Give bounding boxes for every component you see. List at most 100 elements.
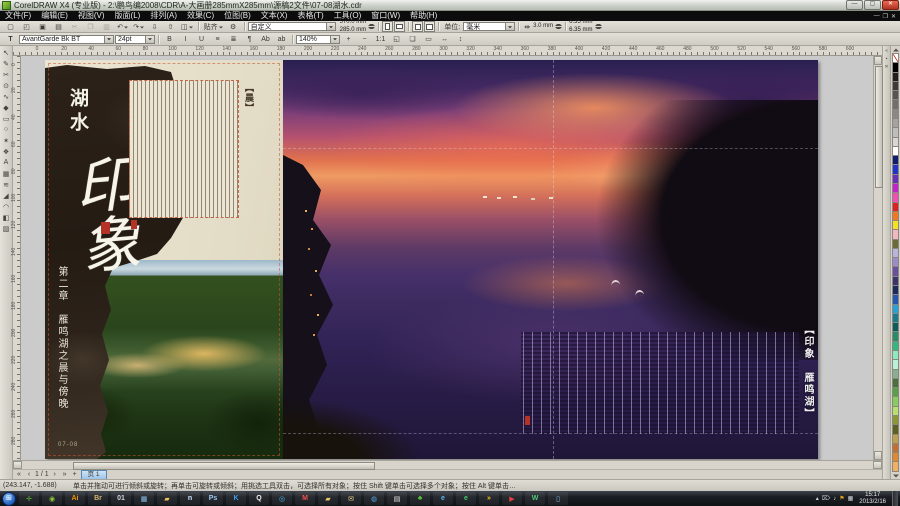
color-swatch[interactable] [892, 295, 899, 304]
color-swatch[interactable] [892, 462, 899, 471]
network-icon[interactable]: ▦ [848, 495, 854, 502]
scroll-right-button[interactable] [873, 461, 882, 469]
next-page-button[interactable]: › [51, 471, 59, 478]
redo-button[interactable]: ↷ [131, 21, 146, 33]
color-swatch[interactable] [892, 286, 899, 295]
color-swatch[interactable] [892, 119, 899, 128]
rectangle-tool[interactable]: ▭ [1, 113, 12, 124]
color-swatch[interactable] [892, 63, 899, 72]
new-button[interactable]: ▢ [3, 21, 18, 33]
scroll-up-button[interactable] [874, 56, 882, 65]
globe-icon[interactable]: ◍ [364, 492, 384, 505]
color-swatch[interactable] [892, 147, 899, 156]
first-page-button[interactable]: « [15, 471, 23, 478]
eyedropper-tool[interactable]: ◢ [1, 190, 12, 201]
zoom-level-combo[interactable]: 140% [296, 35, 340, 44]
maximize-button[interactable]: ▢ [864, 0, 881, 10]
paper-type-combo[interactable]: 自定义 [248, 22, 336, 31]
title-bar[interactable]: CorelDRAW X4 (专业版) - 2:\鹏鸟编2008\CDR\A-大画… [0, 0, 900, 11]
combo-arrow-icon[interactable] [505, 23, 514, 30]
portrait-button[interactable] [382, 21, 393, 32]
color-swatch[interactable] [892, 258, 899, 267]
color-swatch[interactable] [892, 73, 899, 82]
color-swatch[interactable] [892, 397, 899, 406]
360-browser-icon[interactable]: e [456, 492, 476, 505]
color-swatch[interactable] [892, 323, 899, 332]
paper-width-field[interactable]: 570.0 mm [340, 19, 367, 26]
snap-to-button[interactable]: 贴齐 [202, 21, 225, 33]
scroll-left-button[interactable] [13, 461, 22, 469]
freehand-tool[interactable]: ∿ [1, 91, 12, 102]
pick-tool[interactable]: ↖ [1, 47, 12, 58]
interactive-fill-tool[interactable]: ▨ [1, 223, 12, 234]
menu-窗口[interactable]: 窗口(W) [366, 11, 405, 21]
show-desktop-button[interactable] [892, 491, 898, 506]
color-swatch[interactable] [892, 100, 899, 109]
color-swatch[interactable] [892, 184, 899, 193]
underline-button[interactable]: U [194, 33, 209, 45]
outline-tool[interactable]: ◠ [1, 201, 12, 212]
polygon-tool[interactable]: ✶ [1, 135, 12, 146]
photoshop-icon[interactable]: Ps [203, 492, 223, 505]
color-swatch[interactable] [892, 138, 899, 147]
color-swatch[interactable] [892, 230, 899, 239]
smart-fill-tool[interactable]: ◆ [1, 102, 12, 113]
no-color-swatch[interactable] [892, 53, 899, 63]
doc-restore-button[interactable]: ❐ [883, 13, 888, 20]
parrot-icon[interactable]: ♣ [410, 492, 430, 505]
ellipse-tool[interactable]: ○ [1, 124, 12, 135]
cut-button[interactable]: ✂ [67, 21, 82, 33]
color-swatch[interactable] [892, 370, 899, 379]
docker-icon[interactable]: « [885, 48, 888, 54]
duplicate-spinner[interactable] [595, 22, 602, 31]
nudge-field[interactable]: 3.0 mm [533, 23, 553, 30]
font-combo[interactable]: AvantGarde Bk BT [19, 35, 114, 44]
color-swatch[interactable] [892, 342, 899, 351]
print-button[interactable]: ▤ [51, 21, 66, 33]
volume-icon[interactable]: ♪ [833, 496, 836, 502]
zoom-page-height-button[interactable]: ↕ [453, 33, 468, 45]
start-button[interactable]: ⊞ [2, 492, 16, 506]
shape-tool[interactable]: ✎ [1, 58, 12, 69]
close-button[interactable]: ✕ [882, 0, 899, 10]
palette-scroll-down[interactable] [891, 472, 900, 479]
zoom-page-button[interactable]: ▭ [421, 33, 436, 45]
menu-文件[interactable]: 文件(F) [0, 11, 36, 21]
color-swatch[interactable] [892, 332, 899, 341]
all-pages-button[interactable] [412, 21, 423, 32]
bold-button[interactable]: B [162, 33, 177, 45]
color-swatch[interactable] [892, 305, 899, 314]
scroll-down-button[interactable] [874, 451, 882, 460]
color-swatch[interactable] [892, 425, 899, 434]
menu-文本[interactable]: 文本(X) [256, 11, 293, 21]
palette-scroll-up[interactable] [891, 46, 900, 53]
copy-button[interactable]: ❐ [83, 21, 98, 33]
duplicate-x-field[interactable]: 6.35 mm [569, 19, 592, 26]
zoom-out-button[interactable]: − [357, 33, 372, 45]
browser-icon[interactable]: ◎ [272, 492, 292, 505]
notebook-icon[interactable]: ▯ [548, 492, 568, 505]
desktop-tool-icon[interactable]: ▦ [134, 492, 154, 505]
doc-minimize-button[interactable]: — [874, 13, 880, 20]
mail-client-icon[interactable]: M [295, 492, 315, 505]
color-swatch[interactable] [892, 314, 899, 323]
vertical-scroll-thumb[interactable] [875, 66, 883, 188]
nudge-spinner[interactable] [555, 22, 562, 31]
doc-close-button[interactable]: ✕ [891, 13, 896, 20]
import-button[interactable]: ⇩ [147, 21, 162, 33]
combo-arrow-icon[interactable] [104, 36, 113, 43]
open-button[interactable]: ◰ [19, 21, 34, 33]
color-swatch[interactable] [892, 221, 899, 230]
color-swatch[interactable] [892, 212, 899, 221]
font-size-combo[interactable]: 24pt [115, 35, 155, 44]
note-app-icon[interactable]: n [180, 492, 200, 505]
combo-arrow-icon[interactable] [330, 36, 339, 43]
thunder-icon[interactable]: » [479, 492, 499, 505]
minimize-button[interactable]: — [846, 0, 863, 10]
folder2-icon[interactable]: ▰ [318, 492, 338, 505]
color-swatch[interactable] [892, 444, 899, 453]
combo-arrow-icon[interactable] [326, 23, 335, 30]
drop-cap-button[interactable]: ¶ [242, 33, 257, 45]
character-formatting-button[interactable]: Ab [258, 33, 273, 45]
launcher-icon[interactable]: ✛ [19, 492, 39, 505]
